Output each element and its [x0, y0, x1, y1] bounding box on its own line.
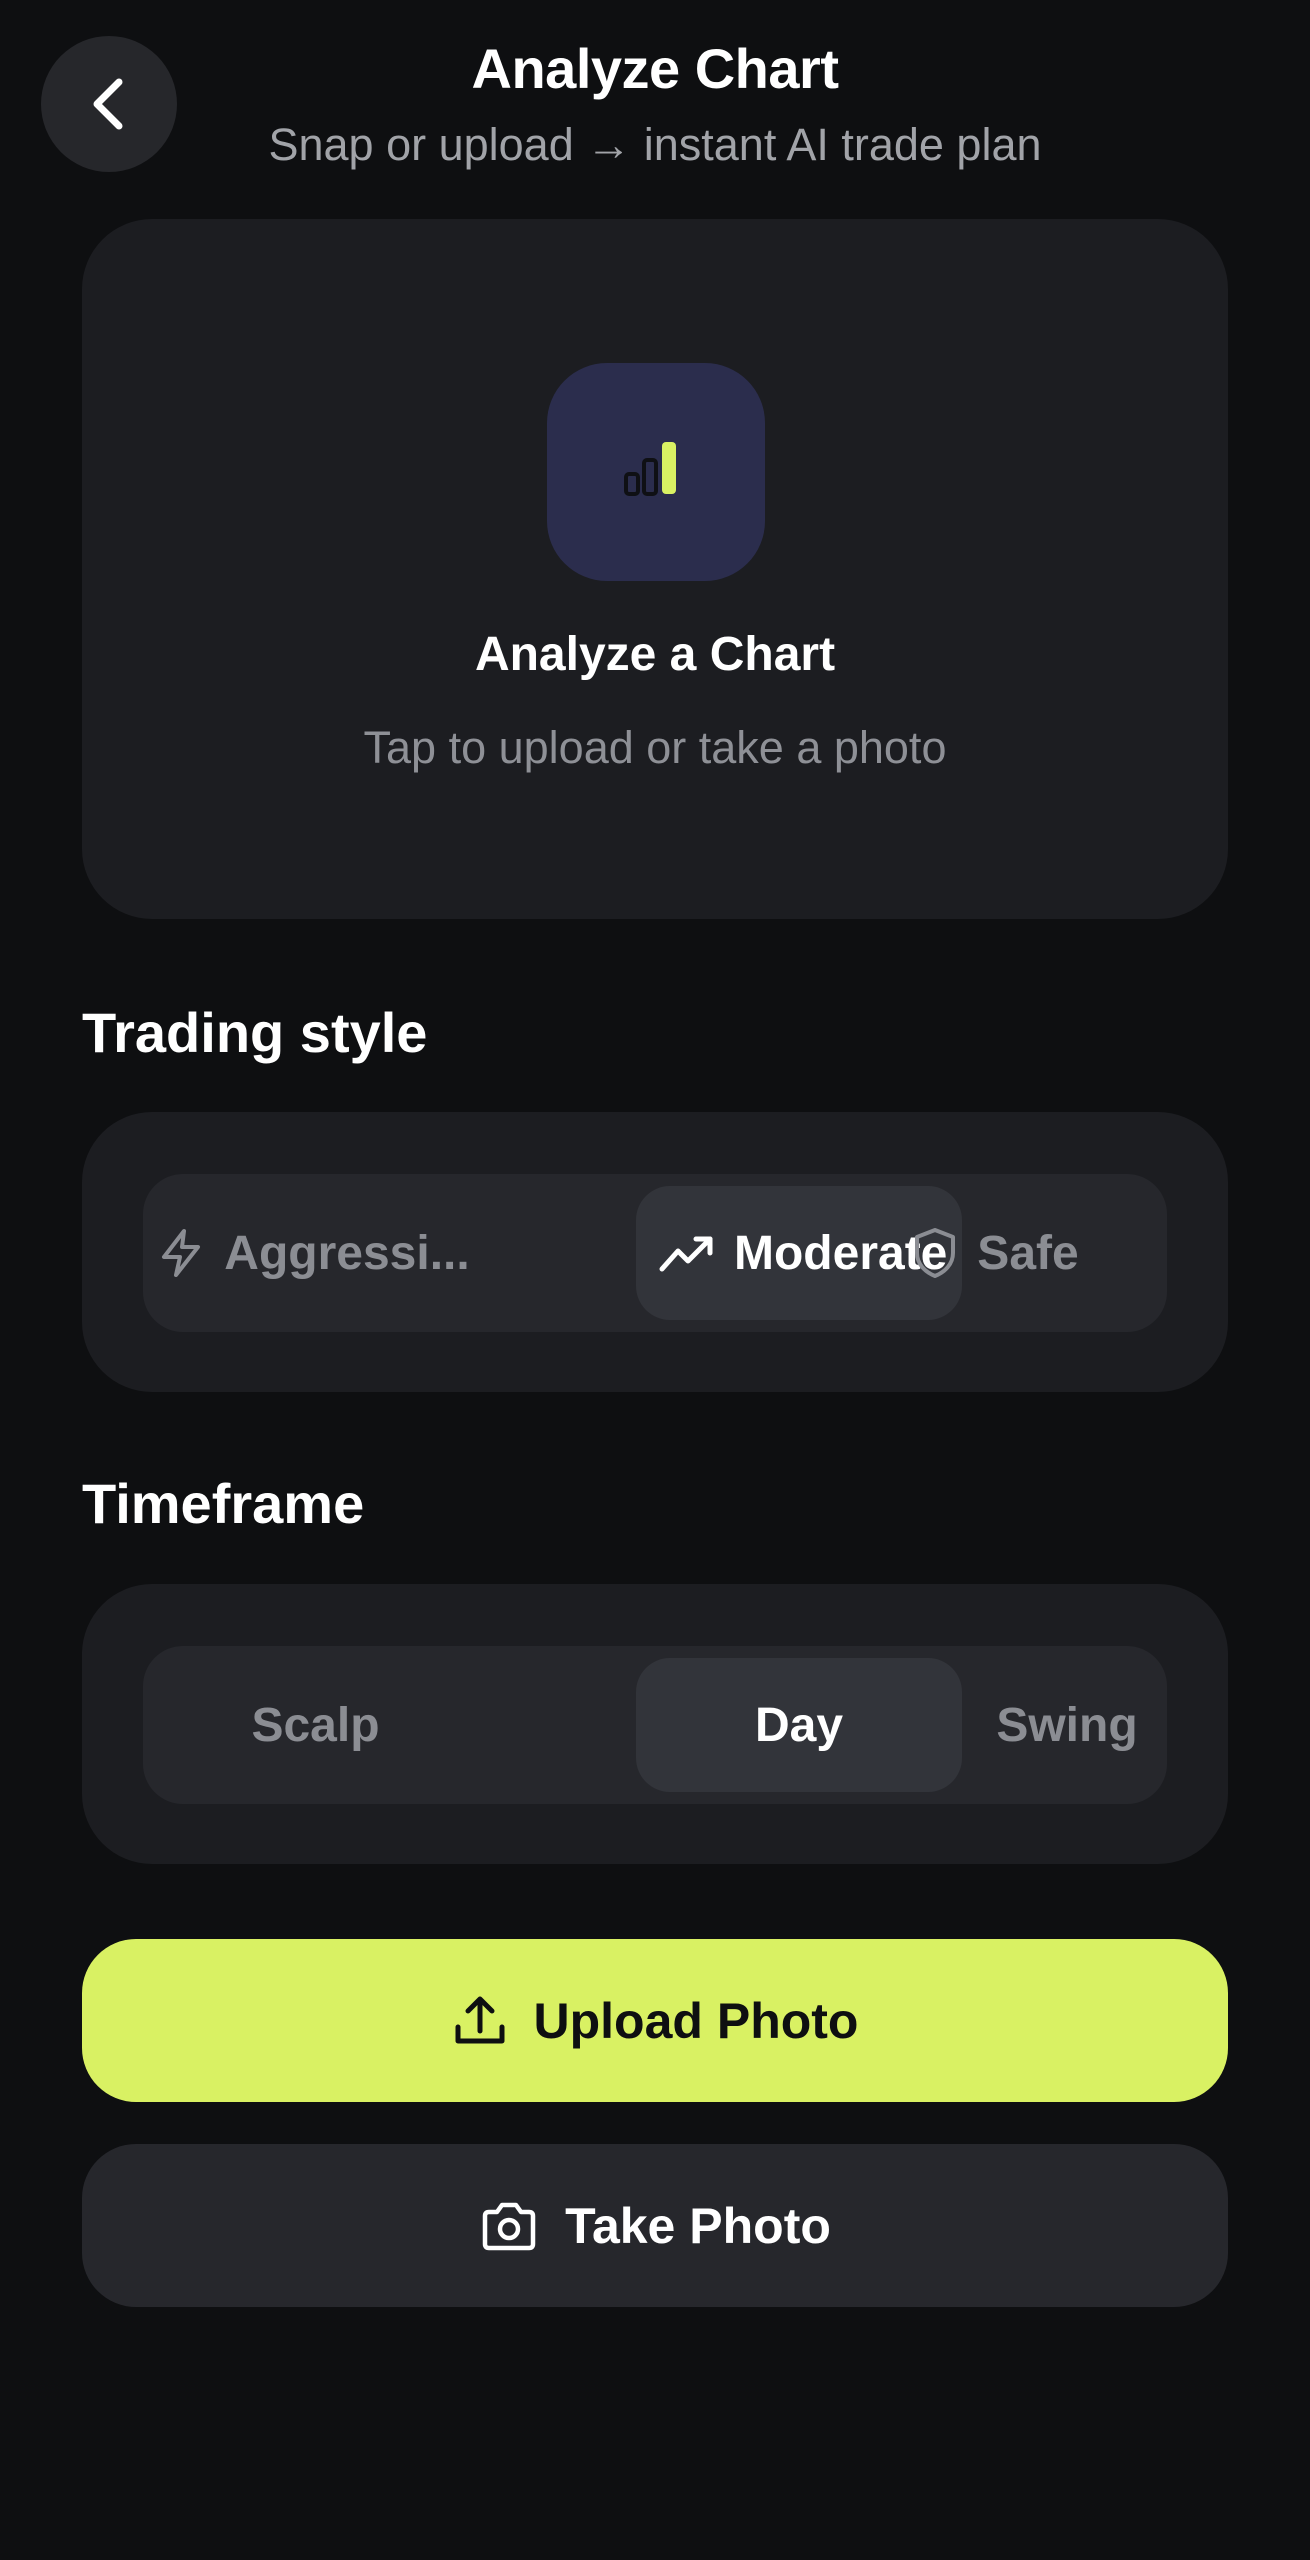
page-subtitle: Snap or upload → instant AI trade plan: [268, 119, 1042, 170]
timeframe-option-scalp[interactable]: Scalp: [143, 1646, 488, 1804]
style-option-label: Aggressi...: [224, 1226, 470, 1280]
upload-card-subtitle: Tap to upload or take a photo: [363, 722, 947, 773]
timeframe-option-day[interactable]: Day: [636, 1646, 962, 1804]
page-title: Analyze Chart: [471, 37, 839, 100]
timeframe-selector: Scalp Day Swing: [143, 1646, 1167, 1804]
lightning-icon: [156, 1227, 206, 1279]
timeframe-option-label: Swing: [996, 1698, 1138, 1752]
timeframe-option-swing[interactable]: Swing: [983, 1646, 1151, 1804]
style-option-label: Safe: [977, 1226, 1079, 1280]
trending-up-icon: [658, 1231, 716, 1275]
timeframe-option-label: Scalp: [251, 1698, 380, 1752]
take-photo-label: Take Photo: [565, 2197, 831, 2254]
bar-chart-icon: [616, 432, 696, 512]
timeframe-option-label: Day: [754, 1698, 844, 1752]
upload-photo-button[interactable]: Upload Photo: [82, 1939, 1228, 2102]
trading-style-selector: Aggressi... Moderate Safe: [143, 1174, 1167, 1332]
upload-card-title: Analyze a Chart: [474, 628, 836, 681]
style-option-safe[interactable]: Safe: [823, 1174, 1167, 1332]
camera-icon: [479, 2200, 539, 2252]
upload-photo-label: Upload Photo: [533, 1992, 859, 2049]
take-photo-button[interactable]: Take Photo: [82, 2144, 1228, 2307]
timeframe-label: Timeframe: [82, 1472, 365, 1535]
shield-icon: [911, 1226, 959, 1280]
trading-style-label: Trading style: [82, 1001, 428, 1064]
chart-tile: [547, 363, 765, 581]
upload-icon: [452, 1993, 508, 2049]
style-option-aggressive[interactable]: Aggressi...: [143, 1174, 483, 1332]
